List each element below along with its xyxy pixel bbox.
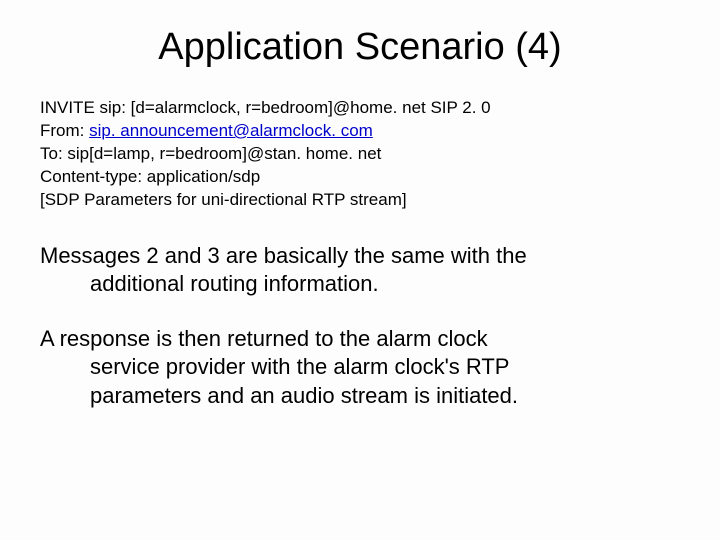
slide-title: Application Scenario (4) (40, 26, 680, 69)
paragraph-1-line-2: additional routing information. (40, 270, 680, 299)
paragraph-2-line-3: parameters and an audio stream is initia… (40, 382, 680, 411)
sip-content-type-line: Content-type: application/sdp (40, 166, 680, 189)
sip-to-line: To: sip[d=lamp, r=bedroom]@stan. home. n… (40, 143, 680, 166)
sip-sdp-line: [SDP Parameters for uni-directional RTP … (40, 189, 680, 212)
paragraph-1: Messages 2 and 3 are basically the same … (40, 242, 680, 299)
paragraph-2-line-2: service provider with the alarm clock's … (40, 353, 680, 382)
sip-from-line: From: sip. announcement@alarmclock. com (40, 120, 680, 143)
sip-message-block: INVITE sip: [d=alarmclock, r=bedroom]@ho… (40, 97, 680, 212)
slide: Application Scenario (4) INVITE sip: [d=… (0, 0, 720, 540)
paragraph-2: A response is then returned to the alarm… (40, 325, 680, 411)
sip-from-prefix: From: (40, 121, 89, 140)
sip-invite-line: INVITE sip: [d=alarmclock, r=bedroom]@ho… (40, 97, 680, 120)
paragraph-2-line-1: A response is then returned to the alarm… (40, 325, 680, 354)
paragraph-1-line-1: Messages 2 and 3 are basically the same … (40, 242, 680, 271)
sip-from-link[interactable]: sip. announcement@alarmclock. com (89, 121, 373, 140)
